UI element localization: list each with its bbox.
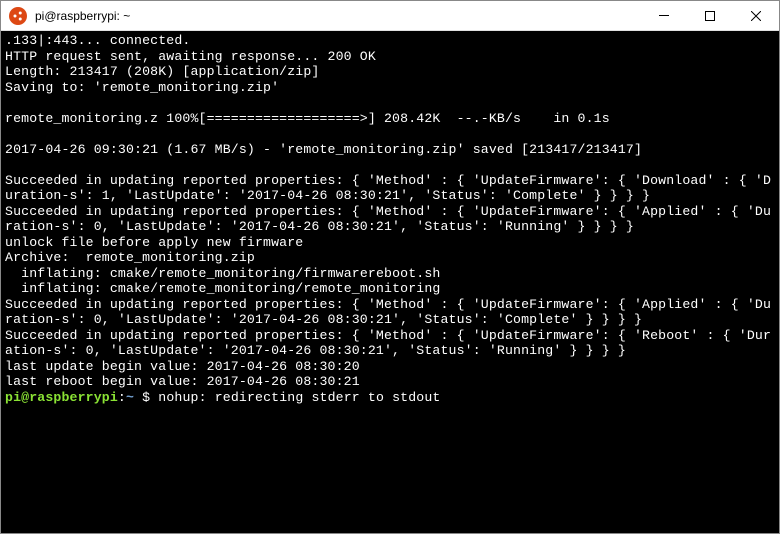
prompt-user: pi@raspberrypi <box>5 390 118 405</box>
minimize-icon <box>659 15 669 16</box>
terminal-line: .133|:443... connected. <box>5 33 190 48</box>
terminal-line: remote_monitoring.z 100%[===============… <box>5 111 610 126</box>
prompt-path: ~ <box>126 390 134 405</box>
window-controls <box>641 1 779 30</box>
prompt-symbol: $ <box>134 390 158 405</box>
terminal-line: Succeeded in updating reported propertie… <box>5 328 771 359</box>
terminal-line: last update begin value: 2017-04-26 08:3… <box>5 359 360 374</box>
terminal-output[interactable]: .133|:443... connected. HTTP request sen… <box>1 31 779 533</box>
terminal-line: Succeeded in updating reported propertie… <box>5 297 771 328</box>
window-titlebar: pi@raspberrypi: ~ <box>1 1 779 31</box>
prompt-output: nohup: redirecting stderr to stdout <box>158 390 440 405</box>
terminal-line: Length: 213417 (208K) [application/zip] <box>5 64 320 79</box>
terminal-line: Succeeded in updating reported propertie… <box>5 204 771 235</box>
close-icon <box>751 11 761 21</box>
maximize-icon <box>705 11 715 21</box>
prompt-sep: : <box>118 390 126 405</box>
terminal-line: last reboot begin value: 2017-04-26 08:3… <box>5 374 360 389</box>
minimize-button[interactable] <box>641 1 687 30</box>
terminal-line: inflating: cmake/remote_monitoring/remot… <box>5 281 440 296</box>
window-title: pi@raspberrypi: ~ <box>35 9 641 23</box>
terminal-line: 2017-04-26 09:30:21 (1.67 MB/s) - 'remot… <box>5 142 642 157</box>
terminal-line: Saving to: 'remote_monitoring.zip' <box>5 80 279 95</box>
terminal-line: inflating: cmake/remote_monitoring/firmw… <box>5 266 440 281</box>
terminal-line: HTTP request sent, awaiting response... … <box>5 49 376 64</box>
terminal-line: Archive: remote_monitoring.zip <box>5 250 255 265</box>
terminal-line: unlock file before apply new firmware <box>5 235 303 250</box>
maximize-button[interactable] <box>687 1 733 30</box>
terminal-line: Succeeded in updating reported propertie… <box>5 173 771 204</box>
ubuntu-icon <box>9 7 27 25</box>
close-button[interactable] <box>733 1 779 30</box>
